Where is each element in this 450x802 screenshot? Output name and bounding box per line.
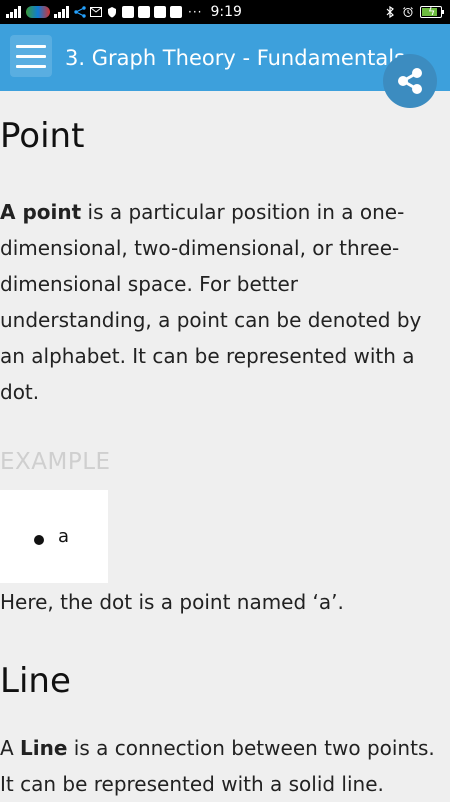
line-description-bold: Line bbox=[20, 736, 68, 760]
app-icon bbox=[122, 6, 134, 18]
menu-icon-line bbox=[16, 54, 46, 58]
point-example: a bbox=[0, 490, 108, 583]
battery-icon: ϟ bbox=[420, 5, 444, 18]
status-left: ··· 9:19 bbox=[0, 4, 242, 20]
signal-icon bbox=[54, 6, 70, 18]
point-label: a bbox=[58, 526, 70, 547]
status-time: 9:19 bbox=[210, 4, 242, 20]
line-title: Line bbox=[0, 661, 71, 701]
point-description-bold: A point bbox=[0, 200, 82, 224]
app-icon bbox=[138, 6, 150, 18]
point-dot bbox=[34, 535, 44, 545]
status-right: ϟ bbox=[384, 6, 450, 18]
menu-icon-line bbox=[16, 44, 46, 48]
point-description: A point is a particular position in a on… bbox=[0, 194, 428, 410]
main-content: Point A point is a particular position i… bbox=[0, 91, 450, 802]
zalo-icon bbox=[154, 6, 166, 18]
status-bar: ··· 9:19 ϟ bbox=[0, 0, 450, 24]
example-caption: Here, the dot is a point named ‘a’. bbox=[0, 590, 344, 614]
share-network-icon bbox=[74, 6, 86, 18]
example-heading: EXAMPLE bbox=[0, 449, 111, 475]
point-description-text: is a particular position in a one-dimens… bbox=[0, 200, 422, 404]
line-description-prefix: A bbox=[0, 736, 21, 760]
more-notifications-icon: ··· bbox=[188, 5, 203, 19]
bluetooth-icon bbox=[384, 6, 396, 18]
signal-icon bbox=[6, 6, 22, 18]
charging-icon: ϟ bbox=[428, 5, 436, 18]
alarm-icon bbox=[402, 6, 414, 18]
line-description: A Line is a connection between two point… bbox=[0, 730, 440, 802]
app-title: 3. Graph Theory - Fundamentals bbox=[65, 46, 406, 70]
menu-icon-line bbox=[16, 64, 46, 68]
carrier-icon bbox=[26, 6, 50, 18]
mail-icon bbox=[90, 6, 102, 18]
facebook-icon bbox=[170, 6, 182, 18]
menu-button[interactable] bbox=[10, 35, 52, 77]
shield-icon bbox=[106, 6, 118, 18]
app-bar: 3. Graph Theory - Fundamentals bbox=[0, 24, 450, 108]
point-title: Point bbox=[0, 116, 85, 156]
